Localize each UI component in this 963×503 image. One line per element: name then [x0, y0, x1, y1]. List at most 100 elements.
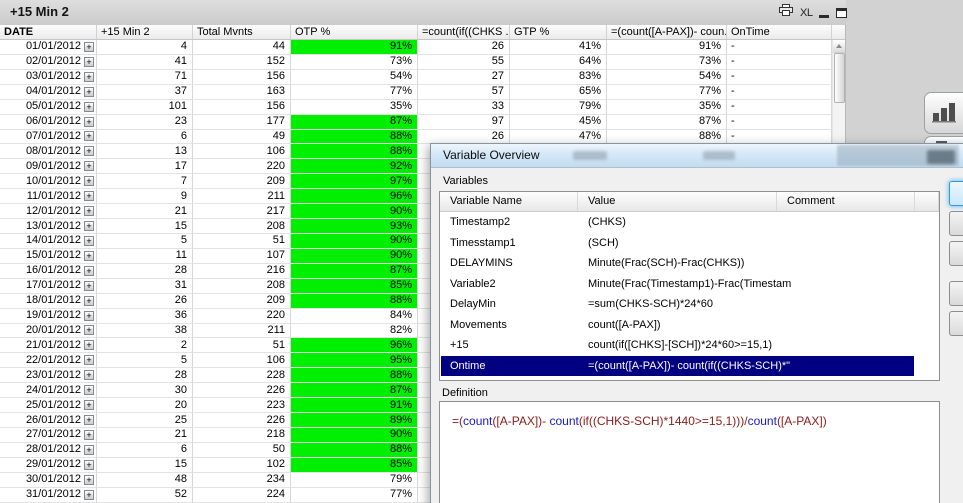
otp-cell[interactable]: 96% [291, 189, 418, 205]
expand-icon[interactable]: + [84, 221, 94, 232]
expand-icon[interactable]: + [84, 459, 94, 470]
plus15-cell[interactable]: 4 [97, 40, 193, 55]
total-mvnts-cell[interactable]: 156 [193, 69, 291, 85]
date-cell[interactable]: 17/01/2012 + [0, 278, 97, 294]
otp-cell[interactable]: 88% [291, 144, 418, 160]
otp-cell[interactable]: 90% [291, 427, 418, 443]
plus15-cell[interactable]: 6 [97, 442, 193, 458]
ontime-cell[interactable]: - [727, 114, 832, 130]
date-cell[interactable]: 20/01/2012 + [0, 323, 97, 339]
variable-row[interactable]: Ontime =(count([A-PAX])- count(if((CHKS-S… [440, 355, 939, 376]
otp-cell[interactable]: 91% [291, 398, 418, 414]
date-cell[interactable]: 11/01/2012 + [0, 189, 97, 205]
total-mvnts-cell[interactable]: 224 [193, 487, 291, 503]
total-mvnts-cell[interactable]: 102 [193, 457, 291, 473]
date-cell[interactable]: 15/01/2012 + [0, 248, 97, 264]
expand-icon[interactable]: + [84, 385, 94, 396]
ontime-cell[interactable]: - [727, 69, 832, 85]
date-cell[interactable]: 04/01/2012 + [0, 84, 97, 100]
plus15-cell[interactable]: 6 [97, 129, 193, 145]
date-cell[interactable]: 06/01/2012 + [0, 114, 97, 130]
otp-cell[interactable]: 54% [291, 69, 418, 85]
column-header-plus15[interactable]: +15 Min 2 [97, 25, 193, 39]
total-mvnts-cell[interactable]: 107 [193, 248, 291, 264]
plus15-cell[interactable]: 31 [97, 278, 193, 294]
total-mvnts-cell[interactable]: 211 [193, 323, 291, 339]
excel-export-icon[interactable]: XL [800, 7, 813, 19]
otp-cell[interactable]: 88% [291, 442, 418, 458]
expand-icon[interactable]: + [84, 325, 94, 336]
date-cell[interactable]: 13/01/2012 + [0, 219, 97, 234]
expand-icon[interactable]: + [84, 191, 94, 202]
date-cell[interactable]: 30/01/2012 + [0, 472, 97, 488]
otp-cell[interactable]: 91% [291, 40, 418, 55]
table-caption-bar[interactable]: +15 Min 2 XL [0, 0, 848, 25]
expand-icon[interactable]: + [84, 116, 94, 127]
expand-icon[interactable]: + [84, 101, 94, 112]
otp-cell[interactable]: 88% [291, 368, 418, 384]
total-mvnts-cell[interactable]: 234 [193, 472, 291, 488]
ontime-cell[interactable]: - [727, 84, 832, 100]
date-cell[interactable]: 22/01/2012 + [0, 353, 97, 369]
column-header-ontime[interactable]: OnTime [727, 25, 832, 39]
expand-icon[interactable]: + [84, 474, 94, 485]
otp-cell[interactable]: 89% [291, 413, 418, 428]
column-header-apax-expr[interactable]: =(count([A-PAX])- coun... [607, 25, 727, 39]
total-mvnts-cell[interactable]: 44 [193, 40, 291, 55]
otp-cell[interactable]: 88% [291, 293, 418, 309]
date-cell[interactable]: 14/01/2012 + [0, 233, 97, 249]
total-mvnts-cell[interactable]: 156 [193, 99, 291, 115]
variable-row[interactable]: DELAYMINS Minute(Frac(SCH)-Frac(CHKS)) [440, 253, 939, 274]
plus15-cell[interactable]: 15 [97, 457, 193, 473]
ontime-cell[interactable]: - [727, 40, 832, 55]
total-mvnts-cell[interactable]: 226 [193, 383, 291, 399]
date-cell[interactable]: 24/01/2012 + [0, 383, 97, 399]
otp-cell[interactable]: 96% [291, 338, 418, 354]
total-mvnts-cell[interactable]: 163 [193, 84, 291, 100]
otp-cell[interactable]: 92% [291, 159, 418, 175]
total-mvnts-cell[interactable]: 51 [193, 338, 291, 354]
expand-icon[interactable]: + [84, 280, 94, 291]
total-mvnts-cell[interactable]: 216 [193, 263, 291, 279]
otp-cell[interactable]: 84% [291, 308, 418, 324]
expand-icon[interactable]: + [84, 56, 94, 67]
date-cell[interactable]: 18/01/2012 + [0, 293, 97, 309]
apax-count-cell[interactable]: 73% [607, 54, 727, 70]
maximize-icon[interactable] [836, 7, 848, 18]
expand-icon[interactable]: + [84, 250, 94, 261]
gtp-cell[interactable]: 64% [510, 54, 607, 70]
plus15-cell[interactable]: 13 [97, 144, 193, 160]
chks-count-cell[interactable]: 26 [418, 40, 510, 55]
apax-count-cell[interactable]: 54% [607, 69, 727, 85]
gtp-cell[interactable]: 79% [510, 99, 607, 115]
scrollbar-up-arrow-icon[interactable] [833, 40, 845, 53]
plus15-cell[interactable]: 101 [97, 99, 193, 115]
expand-icon[interactable]: + [84, 429, 94, 440]
total-mvnts-cell[interactable]: 217 [193, 204, 291, 220]
total-mvnts-cell[interactable]: 152 [193, 54, 291, 70]
dialog-side-button-5[interactable] [949, 311, 963, 336]
otp-cell[interactable]: 87% [291, 383, 418, 399]
expand-icon[interactable]: + [84, 41, 94, 52]
gtp-cell[interactable]: 83% [510, 69, 607, 85]
date-cell[interactable]: 01/01/2012 + [0, 40, 97, 55]
expand-icon[interactable]: + [84, 400, 94, 411]
column-header-chks-expr[interactable]: =count(if((CHKS ... [418, 25, 510, 39]
variable-row[interactable]: +15 count(if([CHKS]-[SCH])*24*60>=15,1) [440, 335, 939, 356]
otp-cell[interactable]: 90% [291, 204, 418, 220]
apax-count-cell[interactable]: 91% [607, 40, 727, 55]
variable-row[interactable]: Variable2 Minute(Frac(Timestamp1)-Frac(Ti… [440, 274, 939, 295]
date-cell[interactable]: 21/01/2012 + [0, 338, 97, 354]
plus15-cell[interactable]: 2 [97, 338, 193, 354]
otp-cell[interactable]: 95% [291, 353, 418, 369]
variables-list[interactable]: Variable Name Value Comment Timestamp2 (C… [439, 191, 940, 381]
total-mvnts-cell[interactable]: 49 [193, 129, 291, 145]
date-cell[interactable]: 31/01/2012 + [0, 487, 97, 503]
plus15-cell[interactable]: 52 [97, 487, 193, 503]
total-mvnts-cell[interactable]: 220 [193, 159, 291, 175]
date-cell[interactable]: 16/01/2012 + [0, 263, 97, 279]
total-mvnts-cell[interactable]: 208 [193, 278, 291, 294]
date-cell[interactable]: 05/01/2012 + [0, 99, 97, 115]
plus15-cell[interactable]: 30 [97, 383, 193, 399]
plus15-cell[interactable]: 23 [97, 114, 193, 130]
